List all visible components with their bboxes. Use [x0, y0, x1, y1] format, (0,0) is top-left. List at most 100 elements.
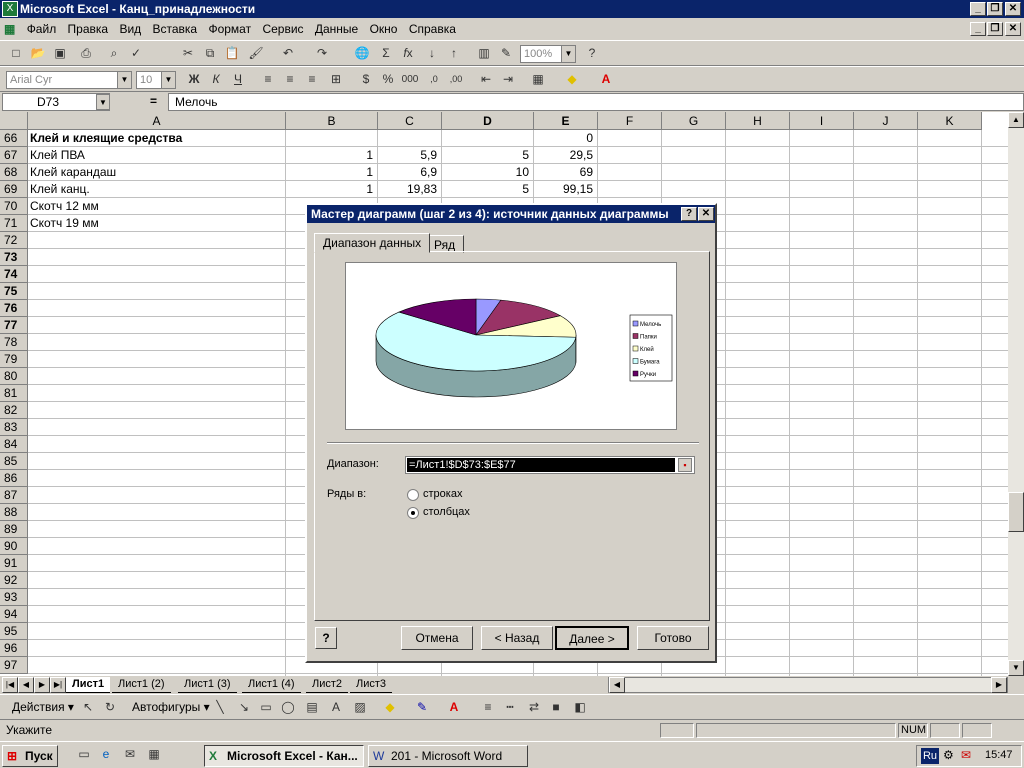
- prev-sheet-icon[interactable]: ◀: [18, 677, 34, 693]
- cell[interactable]: Скотч 19 мм: [30, 215, 284, 232]
- spelling-icon[interactable]: ✓: [126, 44, 146, 63]
- row-header[interactable]: 75: [0, 283, 28, 300]
- sheet-tab-3[interactable]: Лист3: [350, 677, 393, 693]
- autosum-icon[interactable]: Σ: [376, 44, 396, 63]
- close-button[interactable]: ✕: [1005, 2, 1021, 16]
- cell[interactable]: 29,5: [536, 147, 596, 164]
- row-header[interactable]: 88: [0, 504, 28, 521]
- column-header-b[interactable]: B: [286, 112, 378, 130]
- chevron-down-icon[interactable]: ▼: [161, 72, 175, 88]
- function-icon[interactable]: fx: [398, 44, 418, 63]
- paste-icon[interactable]: 📋: [222, 44, 242, 63]
- outlook-icon[interactable]: ✉: [120, 745, 140, 764]
- doc-restore-button[interactable]: ❐: [987, 22, 1003, 36]
- actions-menu[interactable]: Действия ▾: [12, 700, 74, 714]
- line-style-icon[interactable]: ≡: [478, 698, 498, 717]
- radio-rows-label[interactable]: строках: [423, 488, 462, 500]
- dash-style-icon[interactable]: ┅: [500, 698, 520, 717]
- horizontal-scrollbar[interactable]: ◀ ▶: [608, 677, 1008, 693]
- column-header-d[interactable]: D: [442, 112, 534, 130]
- increase-decimal-icon[interactable]: ,0: [424, 70, 444, 89]
- vertical-scrollbar[interactable]: ▲ ▼: [1008, 112, 1024, 676]
- align-right-icon[interactable]: ≡: [302, 70, 322, 89]
- task-word[interactable]: W 201 - Microsoft Word: [368, 745, 528, 767]
- first-sheet-icon[interactable]: |◀: [2, 677, 18, 693]
- menu-tools[interactable]: Сервис: [258, 18, 307, 40]
- arrow-icon[interactable]: ↘: [234, 698, 254, 717]
- maximize-button[interactable]: ❐: [987, 2, 1003, 16]
- excel-icon[interactable]: X: [2, 1, 18, 17]
- row-header[interactable]: 81: [0, 385, 28, 402]
- chart-wizard-icon[interactable]: ▥: [474, 44, 494, 63]
- chevron-down-icon[interactable]: ▼: [117, 72, 131, 88]
- fill-color-icon[interactable]: ◆: [562, 70, 582, 89]
- show-desktop-icon[interactable]: ▭: [74, 745, 94, 764]
- cell[interactable]: Клей карандаш: [30, 164, 284, 181]
- start-button[interactable]: ⊞ Пуск: [2, 745, 58, 767]
- name-box-dropdown[interactable]: ▼: [94, 94, 110, 110]
- autoshapes-menu[interactable]: Автофигуры ▾: [132, 700, 210, 714]
- cell[interactable]: 1: [288, 164, 376, 181]
- row-header[interactable]: 74: [0, 266, 28, 283]
- arrow-style-icon[interactable]: ⇄: [524, 698, 544, 717]
- next-button[interactable]: Далее >: [555, 626, 629, 650]
- row-header[interactable]: 76: [0, 300, 28, 317]
- radio-columns[interactable]: [407, 507, 419, 519]
- back-button[interactable]: < Назад: [481, 626, 553, 650]
- mail-icon[interactable]: ✉: [961, 748, 971, 762]
- column-header-a[interactable]: A: [28, 112, 286, 130]
- workbook-icon[interactable]: ▦: [0, 18, 19, 40]
- cell[interactable]: 10: [444, 164, 532, 181]
- range-input[interactable]: =Лист1!$D$73:$E$77 ▪: [405, 456, 695, 474]
- cell[interactable]: 5,9: [380, 147, 440, 164]
- row-header[interactable]: 82: [0, 402, 28, 419]
- column-header-i[interactable]: I: [790, 112, 854, 130]
- cell[interactable]: Клей канц.: [30, 181, 284, 198]
- copy-icon[interactable]: ⧉: [200, 44, 220, 63]
- menu-window[interactable]: Окно: [366, 18, 402, 40]
- shadow-icon[interactable]: ■: [546, 698, 566, 717]
- increase-indent-icon[interactable]: ⇥: [498, 70, 518, 89]
- row-header[interactable]: 93: [0, 589, 28, 606]
- print-icon[interactable]: ⎙: [76, 44, 96, 63]
- cell[interactable]: 19,83: [380, 181, 440, 198]
- fill-color-icon[interactable]: ◆: [380, 698, 400, 717]
- finish-button[interactable]: Готово: [637, 626, 709, 650]
- formula-equals[interactable]: =: [150, 94, 157, 108]
- row-header[interactable]: 87: [0, 487, 28, 504]
- sheet-tab-1-4[interactable]: Лист1 (4): [242, 677, 301, 693]
- scroll-up-icon[interactable]: ▲: [1008, 112, 1024, 128]
- row-header[interactable]: 71: [0, 215, 28, 232]
- percent-icon[interactable]: %: [378, 70, 398, 89]
- cell[interactable]: Скотч 12 мм: [30, 198, 284, 215]
- row-header[interactable]: 79: [0, 351, 28, 368]
- chevron-down-icon[interactable]: ▼: [561, 46, 575, 62]
- column-header-j[interactable]: J: [854, 112, 918, 130]
- decrease-decimal-icon[interactable]: ,00: [446, 70, 466, 89]
- bold-icon[interactable]: Ж: [184, 70, 204, 89]
- currency-icon[interactable]: $: [356, 70, 376, 89]
- formula-input[interactable]: Мелочь: [168, 93, 1024, 111]
- redo-icon[interactable]: ↷: [312, 44, 332, 63]
- scroll-right-icon[interactable]: ▶: [991, 677, 1007, 693]
- task-excel[interactable]: X Microsoft Excel - Кан...: [204, 745, 364, 767]
- doc-minimize-button[interactable]: _: [970, 22, 986, 36]
- sheet-tab-1-3[interactable]: Лист1 (3): [178, 677, 237, 693]
- ie-icon[interactable]: e: [96, 745, 116, 764]
- column-header-k[interactable]: K: [918, 112, 982, 130]
- row-header[interactable]: 67: [0, 147, 28, 164]
- drawing-icon[interactable]: ✎: [496, 44, 516, 63]
- merge-center-icon[interactable]: ⊞: [326, 70, 346, 89]
- sheet-tab-1[interactable]: Лист1: [66, 677, 111, 693]
- next-sheet-icon[interactable]: ▶: [34, 677, 50, 693]
- row-header[interactable]: 91: [0, 555, 28, 572]
- cell[interactable]: 5: [444, 181, 532, 198]
- column-header-g[interactable]: G: [662, 112, 726, 130]
- channels-icon[interactable]: ▦: [144, 745, 164, 764]
- 3d-icon[interactable]: ◧: [570, 698, 590, 717]
- last-sheet-icon[interactable]: ▶|: [50, 677, 66, 693]
- open-icon[interactable]: 📂: [28, 44, 48, 63]
- rotate-icon[interactable]: ↻: [100, 698, 120, 717]
- column-header-e[interactable]: E: [534, 112, 598, 130]
- cancel-button[interactable]: Отмена: [401, 626, 473, 650]
